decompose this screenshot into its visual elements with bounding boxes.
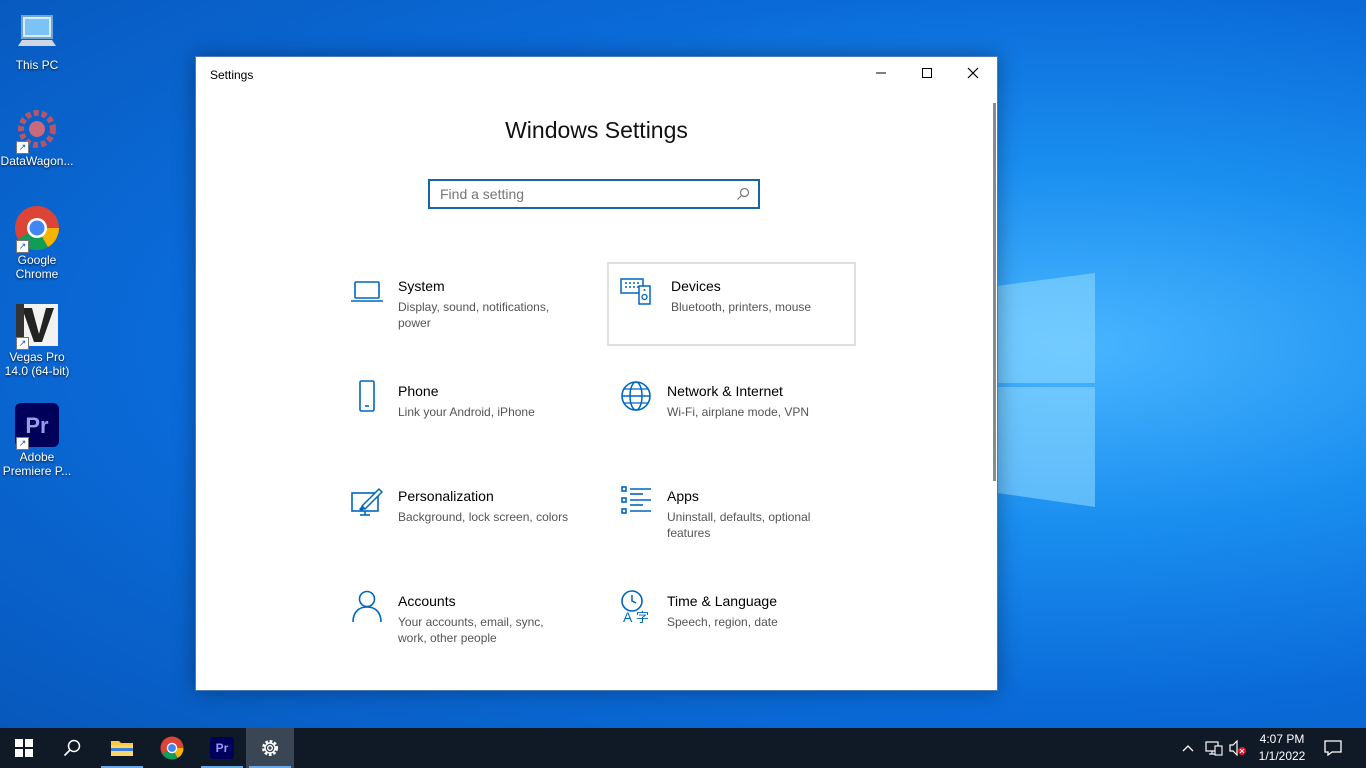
- settings-window: Settings Windows Settings System Display…: [195, 56, 998, 691]
- chevron-up-icon: [1182, 745, 1194, 752]
- globe-icon: [619, 379, 653, 413]
- tile-devices[interactable]: Devices Bluetooth, printers, mouse: [607, 262, 856, 346]
- desktop-icon-label: This PC: [15, 58, 59, 72]
- tile-network[interactable]: Network & Internet Wi-Fi, airplane mode,…: [607, 367, 856, 451]
- computer-icon: [14, 10, 60, 56]
- svg-text:A: A: [623, 609, 633, 623]
- tile-description: Wi-Fi, airplane mode, VPN: [667, 405, 810, 419]
- taskbar-settings[interactable]: [246, 728, 294, 768]
- phone-icon: [350, 379, 384, 413]
- minimize-button[interactable]: [858, 57, 904, 89]
- person-icon: [350, 589, 384, 623]
- search-button[interactable]: [48, 728, 96, 768]
- desktop-icon-this-pc[interactable]: This PC: [0, 10, 74, 72]
- time-language-icon: A字: [619, 589, 653, 625]
- start-button[interactable]: [0, 728, 48, 768]
- tile-apps[interactable]: Apps Uninstall, defaults, optional featu…: [607, 472, 856, 556]
- search-box[interactable]: [428, 179, 760, 209]
- tile-accounts[interactable]: Accounts Your accounts, email, sync, wor…: [338, 577, 587, 661]
- search-icon[interactable]: [736, 187, 750, 206]
- tile-description: Link your Android, iPhone: [398, 405, 535, 419]
- close-button[interactable]: [950, 57, 996, 89]
- tile-description: Display, sound, notifications, power: [398, 300, 550, 330]
- close-icon: [967, 67, 979, 79]
- desktop-icon-label: Google Chrome: [15, 253, 59, 281]
- volume-tray-button[interactable]: [1226, 728, 1250, 768]
- chrome-icon: ↗: [14, 205, 60, 253]
- gear-icon: [262, 740, 278, 756]
- desktop-icon-vegas-pro[interactable]: ↗ Vegas Pro 14.0 (64-bit): [0, 302, 74, 378]
- action-center-button[interactable]: [1318, 728, 1348, 768]
- taskbar: Pr 4:07 PM 1/1/2022: [0, 728, 1366, 768]
- scrollbar[interactable]: [993, 103, 996, 481]
- tile-name: Phone: [398, 383, 439, 399]
- laptop-icon: [350, 274, 384, 308]
- premiere-icon: Pr: [210, 737, 234, 759]
- desktop-icon-datawagon[interactable]: ↗ DataWagon...: [0, 106, 74, 168]
- page-title: Windows Settings: [505, 117, 688, 143]
- chrome-icon: [160, 736, 184, 760]
- desktop-icon-label: DataWagon...: [0, 154, 74, 168]
- tile-time-language[interactable]: A字 Time & Language Speech, region, date: [607, 577, 856, 661]
- taskbar-clock[interactable]: 4:07 PM 1/1/2022: [1248, 731, 1316, 765]
- taskbar-premiere[interactable]: Pr: [198, 728, 246, 768]
- tile-name: Personalization: [398, 488, 494, 504]
- tile-system[interactable]: System Display, sound, notifications, po…: [338, 262, 587, 346]
- tile-description: Background, lock screen, colors: [398, 510, 569, 524]
- tile-description: Uninstall, defaults, optional features: [667, 510, 811, 540]
- network-icon: [1205, 741, 1223, 756]
- volume-muted-icon: [1229, 740, 1246, 756]
- show-hidden-icons-button[interactable]: [1176, 728, 1200, 768]
- taskbar-chrome[interactable]: [148, 728, 196, 768]
- tile-personalization[interactable]: Personalization Background, lock screen,…: [338, 472, 587, 556]
- taskbar-file-explorer[interactable]: [98, 728, 146, 768]
- windows-logo-wallpaper: [995, 255, 1105, 515]
- search-icon: [63, 739, 81, 757]
- tile-name: Time & Language: [667, 593, 777, 609]
- desktop-icon-label: Adobe Premiere P...: [2, 450, 72, 478]
- window-title: Settings: [210, 68, 254, 82]
- paintbrush-icon: [350, 484, 384, 518]
- maximize-icon: [922, 68, 932, 78]
- title-bar[interactable]: Settings: [196, 57, 997, 91]
- svg-text:Pr: Pr: [25, 413, 49, 438]
- desktop-icon-premiere[interactable]: Pr ↗ Adobe Premiere P...: [0, 402, 74, 478]
- clock-date: 1/1/2022: [1258, 749, 1306, 763]
- tile-name: System: [398, 278, 445, 294]
- apps-list-icon: [619, 484, 653, 518]
- folder-icon: [111, 741, 133, 756]
- desktop-icon-chrome[interactable]: ↗ Google Chrome: [0, 205, 74, 281]
- devices-icon: [619, 274, 653, 308]
- notification-icon: [1324, 740, 1342, 756]
- tile-description: Bluetooth, printers, mouse: [671, 300, 812, 314]
- tile-name: Devices: [671, 278, 721, 294]
- tile-description: Your accounts, email, sync, work, other …: [398, 615, 544, 645]
- svg-text:字: 字: [636, 610, 649, 623]
- tile-name: Apps: [667, 488, 699, 504]
- network-tray-button[interactable]: [1202, 728, 1226, 768]
- tile-phone[interactable]: Phone Link your Android, iPhone: [338, 367, 587, 451]
- premiere-icon: Pr ↗: [14, 402, 60, 450]
- tile-name: Network & Internet: [667, 383, 783, 399]
- tile-description: Speech, region, date: [667, 615, 778, 629]
- datawagon-gear-icon: ↗: [14, 106, 60, 154]
- windows-start-icon: [15, 739, 33, 757]
- tile-name: Accounts: [398, 593, 456, 609]
- clock-time: 4:07 PM: [1259, 732, 1305, 746]
- desktop-icon-label: Vegas Pro 14.0 (64-bit): [4, 350, 70, 378]
- vegas-icon: ↗: [14, 302, 60, 350]
- maximize-button[interactable]: [904, 57, 950, 89]
- minimize-icon: [876, 72, 886, 74]
- search-input[interactable]: [430, 181, 730, 207]
